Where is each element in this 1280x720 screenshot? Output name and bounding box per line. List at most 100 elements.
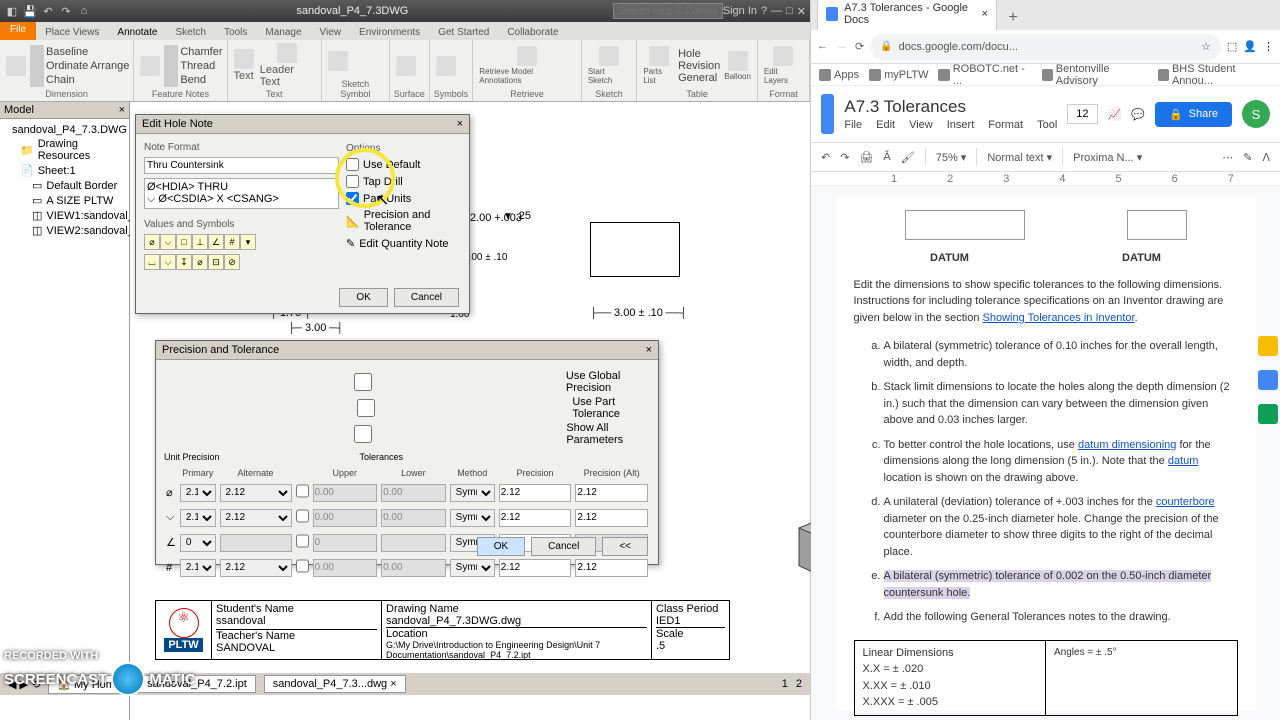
back-icon[interactable]: ←	[817, 40, 828, 53]
precision-cancel-button[interactable]: Cancel	[531, 537, 596, 556]
tab-manage[interactable]: Manage	[256, 25, 310, 40]
surface-button[interactable]	[394, 55, 418, 77]
tab-get-started[interactable]: Get Started	[429, 25, 498, 40]
forward-icon[interactable]: →	[836, 40, 847, 53]
text-button[interactable]: Text	[232, 48, 256, 83]
sym-btn[interactable]: ⌵	[160, 234, 176, 250]
help-search-input[interactable]	[613, 3, 723, 19]
redo-icon[interactable]: ↷	[840, 151, 849, 164]
activity-icon[interactable]: 📈	[1108, 108, 1122, 121]
bookmark-bentonville[interactable]: Bentonville Advisory	[1042, 63, 1148, 87]
use-part-tolerance-checkbox[interactable]: Use Part Tolerance	[164, 396, 650, 420]
sym-btn[interactable]: ⊡	[208, 254, 224, 270]
precision-input[interactable]	[499, 484, 572, 502]
page-num-1[interactable]: 1	[782, 678, 788, 690]
tap-drill-checkbox[interactable]: Tap Drill	[346, 175, 469, 188]
reload-icon[interactable]: ⟳	[855, 40, 864, 53]
font-size-input[interactable]: 12	[1067, 104, 1097, 124]
font-select[interactable]: Proxima N... ▾	[1073, 151, 1142, 164]
model-close-icon[interactable]: ×	[119, 104, 125, 116]
menu-insert[interactable]: Insert	[947, 119, 975, 131]
alternate-select[interactable]: 2.12	[220, 484, 292, 502]
tab-tools[interactable]: Tools	[215, 25, 256, 40]
tab-place-views[interactable]: Place Views	[36, 25, 108, 40]
arrange-button[interactable]: Arrange	[90, 60, 129, 72]
precision-alt-input[interactable]	[575, 484, 648, 502]
menu-view[interactable]: View	[909, 119, 933, 131]
method-select[interactable]: Symmetric	[450, 484, 495, 502]
redo-icon[interactable]: ↷	[58, 3, 74, 19]
primary-select[interactable]: 0	[180, 534, 216, 552]
precision-close-icon[interactable]: ×	[646, 344, 652, 356]
star-icon[interactable]: ☆	[1201, 40, 1211, 53]
row-checkbox[interactable]	[296, 507, 309, 525]
part-units-checkbox[interactable]: Part Units	[346, 192, 469, 205]
tab-close-icon[interactable]: ×	[982, 8, 988, 20]
tasks-icon[interactable]	[1258, 404, 1278, 424]
profile-icon[interactable]: 👤	[1243, 40, 1257, 53]
use-global-precision-checkbox[interactable]: Use Global Precision	[164, 370, 650, 394]
precision-ok-button[interactable]: OK	[477, 537, 525, 556]
sym-btn[interactable]: ↧	[176, 254, 192, 270]
precision-back-button[interactable]: <<	[602, 537, 648, 556]
tree-root[interactable]: sandoval_P4_7.3.DWG	[4, 123, 125, 137]
menu-file[interactable]: File	[844, 119, 862, 131]
undo-icon[interactable]: ↶	[821, 151, 830, 164]
sym-btn[interactable]: ⊥	[192, 234, 208, 250]
tab-annotate[interactable]: Annotate	[108, 25, 166, 40]
datum-dimensioning-link[interactable]: datum dimensioning	[1078, 439, 1176, 451]
ordinate-button[interactable]: Ordinate	[30, 59, 88, 73]
row-checkbox[interactable]	[296, 557, 309, 575]
use-default-checkbox[interactable]: Use Default	[346, 158, 469, 171]
precision-input[interactable]	[499, 559, 572, 577]
leader-text-button[interactable]: Leader Text	[258, 42, 317, 89]
edit-mode-icon[interactable]: ✎	[1243, 151, 1252, 164]
formula-display[interactable]: Ø<HDIA> THRU ⌵ Ø<CSDIA> X <CSANG>	[144, 178, 339, 209]
baseline-button[interactable]: Baseline	[30, 45, 88, 59]
method-select[interactable]: Symmetric	[450, 509, 495, 527]
paint-icon[interactable]: 🖌	[901, 151, 915, 164]
keep-icon[interactable]	[1258, 336, 1278, 356]
alternate-select[interactable]: 2.12	[220, 509, 292, 527]
retrieve-button[interactable]: Retrieve Model Annotations	[477, 45, 577, 86]
counterbore-link[interactable]: counterbore	[1156, 496, 1215, 508]
file-tab[interactable]: File	[0, 22, 36, 40]
minimize-icon[interactable]: —	[771, 5, 782, 17]
show-all-parameters-checkbox[interactable]: Show All Parameters	[164, 422, 650, 446]
bend-button[interactable]: Bend	[164, 73, 222, 87]
precision-tolerance-link[interactable]: 📐Precision and Tolerance	[346, 209, 469, 233]
chamfer-button[interactable]: Chamfer	[164, 45, 222, 59]
precision-alt-input[interactable]	[575, 509, 648, 527]
thread-button[interactable]: Thread	[164, 59, 222, 73]
hole-table-button[interactable]: Hole	[678, 48, 720, 60]
more-icon[interactable]: ⋯	[1222, 151, 1233, 164]
symbols-button[interactable]	[434, 55, 458, 77]
edit-quantity-link[interactable]: ✎Edit Quantity Note	[346, 237, 469, 250]
tab-view[interactable]: View	[311, 25, 351, 40]
tree-drawing-resources[interactable]: 📁Drawing Resources	[16, 137, 125, 163]
parts-list-button[interactable]: Parts List	[641, 45, 676, 86]
edit-layers-button[interactable]: Edit Layers	[762, 45, 805, 86]
style-select[interactable]: Normal text ▾	[987, 151, 1052, 164]
sym-btn[interactable]: ⌴	[144, 254, 160, 270]
method-select[interactable]: Symmetric	[450, 559, 495, 577]
thru-type-input[interactable]	[144, 157, 339, 174]
alternate-select[interactable]: 2.12	[220, 559, 292, 577]
bookmark-bhs[interactable]: BHS Student Annou...	[1158, 63, 1272, 87]
tree-a-size-pltw[interactable]: ▭A SIZE PLTW	[28, 193, 125, 208]
docs-ruler[interactable]: 1234567	[811, 172, 1280, 186]
primary-select[interactable]: 2.12	[180, 559, 216, 577]
menu-tools[interactable]: Tool	[1037, 119, 1057, 131]
home-icon[interactable]: ⌂	[76, 3, 92, 19]
url-bar[interactable]: 🔒 docs.google.com/docu... ☆	[870, 34, 1221, 60]
browser-tab[interactable]: A7.3 Tolerances - Google Docs ×	[817, 0, 997, 30]
edit-hole-close-icon[interactable]: ×	[457, 118, 463, 130]
extension-icon[interactable]: ⬚	[1227, 40, 1237, 53]
sym-btn[interactable]: ⌀	[192, 254, 208, 270]
tab-sketch[interactable]: Sketch	[166, 25, 215, 40]
doc-tab-dwg[interactable]: sandoval_P4_7.3...dwg ×	[264, 675, 406, 693]
calendar-icon[interactable]	[1258, 370, 1278, 390]
bookmark-mypltw[interactable]: myPLTW	[869, 69, 928, 81]
sym-btn[interactable]: ∠	[208, 234, 224, 250]
primary-select[interactable]: 2.12	[180, 509, 216, 527]
